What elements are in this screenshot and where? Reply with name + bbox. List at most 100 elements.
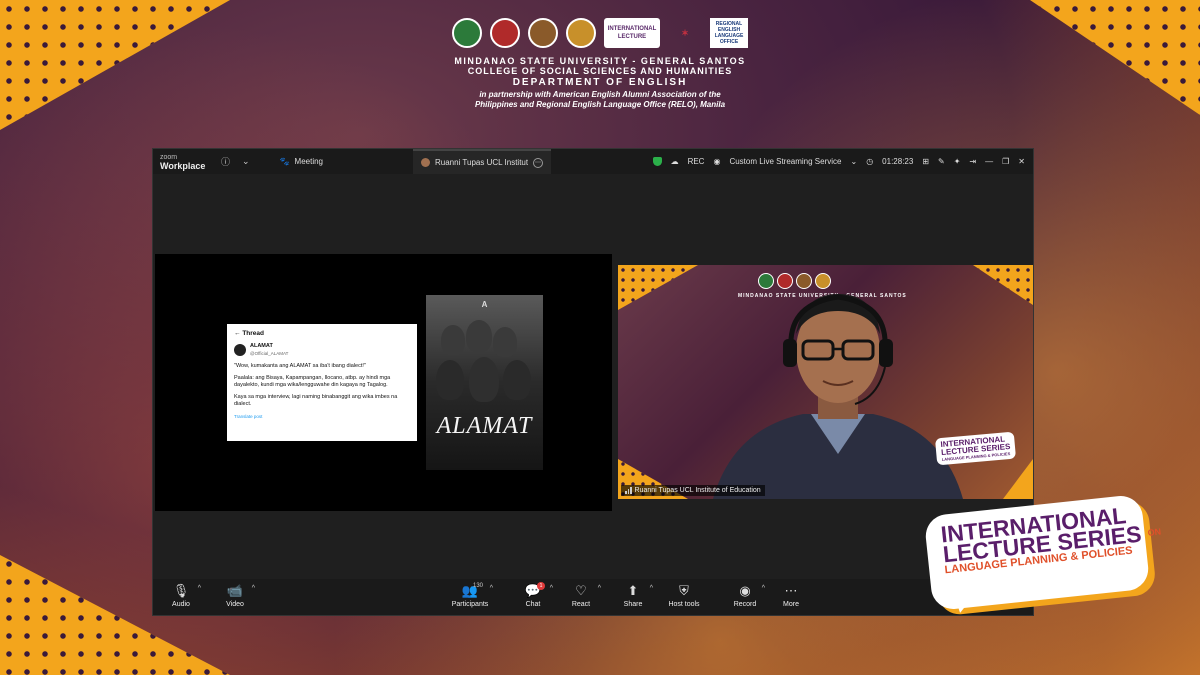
tab-active-meeting[interactable]: Ruanni Tupas UCL Institute of Education … [413,149,551,174]
speech-bubble-tail [948,589,976,615]
lecture-series-logo: INTERNATIONAL LECTURE [604,18,660,48]
camera-icon: 📹 [226,583,244,598]
shield-icon[interactable] [652,157,662,166]
chat-badge: 1 [537,582,545,590]
sparkle-icon[interactable]: ✦ [954,157,961,166]
chat-button[interactable]: 💬 1 Chat ^ [511,582,555,608]
caret-up-icon[interactable]: ^ [598,585,601,592]
stream-icon: ◉ [713,157,721,166]
caret-up-icon[interactable]: ^ [550,585,553,592]
event-header: INTERNATIONAL LECTURE ✶ REGIONAL ENGLISH… [0,18,1200,110]
meeting-status-bar: ☁ REC ◉ Custom Live Streaming Service ⌄ … [652,149,1025,174]
caret-up-icon[interactable]: ^ [252,585,255,592]
speaker-video-tile[interactable]: MINDANAO STATE UNIVERSITY - GENERAL SANT… [618,265,1033,499]
cloud-icon: ☁ [670,157,679,166]
chevron-down-icon[interactable]: ⌄ [850,157,857,166]
info-icon[interactable]: ⓘ [221,155,230,168]
department-logo [528,18,558,48]
zoom-brand: zoom Workplace [153,154,215,171]
signal-icon [625,487,632,494]
college-logo [490,18,520,48]
album-cover: A ALAMAT [426,295,543,470]
caret-up-icon[interactable]: ^ [198,585,201,592]
record-label: Record [733,601,757,608]
zoom-brand-main: Workplace [160,160,206,171]
paw-icon: 🐾 [279,157,290,166]
tab-active-label: Ruanni Tupas UCL Institute of Education [435,158,528,167]
more-icon[interactable]: ⋯ [533,157,543,168]
share-label: Share [623,601,643,608]
shield-icon: ⛨ [679,583,689,598]
chevron-down-icon[interactable]: ⌄ [242,156,250,167]
tweet-paragraph-1: "Wow, kumakanta ang ALAMAT sa iba't iban… [234,363,366,369]
video-lecture-series-badge: INTERNATIONAL LECTURE SERIES LANGUAGE PL… [934,431,1017,466]
seal-logo [566,18,596,48]
tweet-translate-link: Translate post [234,414,263,419]
album-photo [431,315,538,415]
university-name: MINDANAO STATE UNIVERSITY - GENERAL SANT… [454,56,746,66]
clock-icon: ◷ [866,157,874,166]
tweet-user: ALAMAT @Official_ALAMAT [234,343,410,357]
host-tools-button[interactable]: ⛨ Host tools [661,583,707,608]
audio-button[interactable]: 🎙 Audio ^ [159,583,203,608]
video-corner-decoration [618,265,698,310]
tweet-paragraph-2: Paalala: ang Bisaya, Kapampangan, Ilocan… [234,375,391,388]
minimize-icon[interactable]: — [985,157,993,166]
participants-button[interactable]: 👥 130 Participants ^ [445,583,495,608]
relo-logo: REGIONAL ENGLISH LANGUAGE OFFICE [710,18,748,48]
record-icon: ◉ [739,583,751,598]
avatar [421,158,430,167]
partner-logos: INTERNATIONAL LECTURE ✶ REGIONAL ENGLISH… [0,18,1200,50]
chat-label: Chat [525,601,541,608]
tab-meeting[interactable]: 🐾 Meeting [270,149,333,174]
audio-label: Audio [172,601,190,608]
more-button[interactable]: ⋯ More [769,583,813,608]
microphone-icon: 🎙 [172,583,190,598]
more-icon: ⋯ [784,583,798,598]
tweet-name: ALAMAT [250,343,273,349]
react-label: React [571,601,591,608]
zoom-title-bar: zoom Workplace ⓘ ⌄ 🐾 Meeting Ruanni Tupa… [153,149,1033,174]
tweet-card: ← Thread ALAMAT @Official_ALAMAT "Wow, k… [227,324,417,441]
tab-meeting-label: Meeting [294,157,323,166]
participant-count: 130 [473,583,484,589]
tweet-paragraph-3: Kaya sa mga interview, lagi naming binab… [234,394,398,407]
album-title: ALAMAT [436,413,533,439]
series-on: ON [1147,526,1162,538]
college-name: COLLEGE OF SOCIAL SCIENCES AND HUMANITIE… [467,66,733,76]
zoom-toolbar: 🎙 Audio ^ 📹 Video ^ 👥 130 Participants ^… [153,579,1033,615]
zoom-window: zoom Workplace ⓘ ⌄ 🐾 Meeting Ruanni Tupa… [152,148,1034,616]
caret-up-icon[interactable]: ^ [490,585,493,592]
restore-icon[interactable]: ❐ [1002,157,1009,166]
participants-label: Participants [451,601,489,608]
lecture-series-logo-large: INTERNATIONAL LECTURE SERIES ON LANGUAGE… [923,493,1168,615]
caret-up-icon[interactable]: ^ [650,585,653,592]
speaker-figure [713,294,963,499]
video-label: Video [226,601,244,608]
speaker-name-label: Ruanni Tupas UCL Institute of Education [621,485,765,496]
partnership-line-1: in partnership with American English Alu… [479,90,721,99]
alumni-association-logo: ✶ [681,27,689,38]
tweet-handle: @Official_ALAMAT [250,351,289,356]
department-name: DEPARTMENT OF ENGLISH [512,77,688,88]
rec-label[interactable]: REC [688,157,705,166]
share-screen-icon: ⬆ [627,583,639,598]
close-icon[interactable]: ✕ [1018,157,1025,166]
grid-icon[interactable]: ⊞ [922,157,929,166]
partnership-line-2: Philippines and Regional English Languag… [474,100,726,109]
record-button[interactable]: ◉ Record ^ [723,583,767,608]
speaker-name: Ruanni Tupas UCL Institute of Education [634,487,761,494]
screen-share-area: ← Thread ALAMAT @Official_ALAMAT "Wow, k… [155,254,612,511]
react-button[interactable]: ♡ React ^ [559,583,603,608]
video-button[interactable]: 📹 Video ^ [213,583,257,608]
host-tools-label: Host tools [668,601,700,608]
exit-icon[interactable]: ⇥ [969,157,976,166]
meeting-timer: 01:28:23 [882,157,914,166]
more-label: More [783,601,799,608]
caret-up-icon[interactable]: ^ [762,585,765,592]
album-logo: A [481,300,488,309]
pen-icon[interactable]: ✎ [938,157,945,166]
streaming-label[interactable]: Custom Live Streaming Service [729,157,841,166]
tweet-header: ← Thread [234,330,264,337]
share-button[interactable]: ⬆ Share ^ [611,583,655,608]
